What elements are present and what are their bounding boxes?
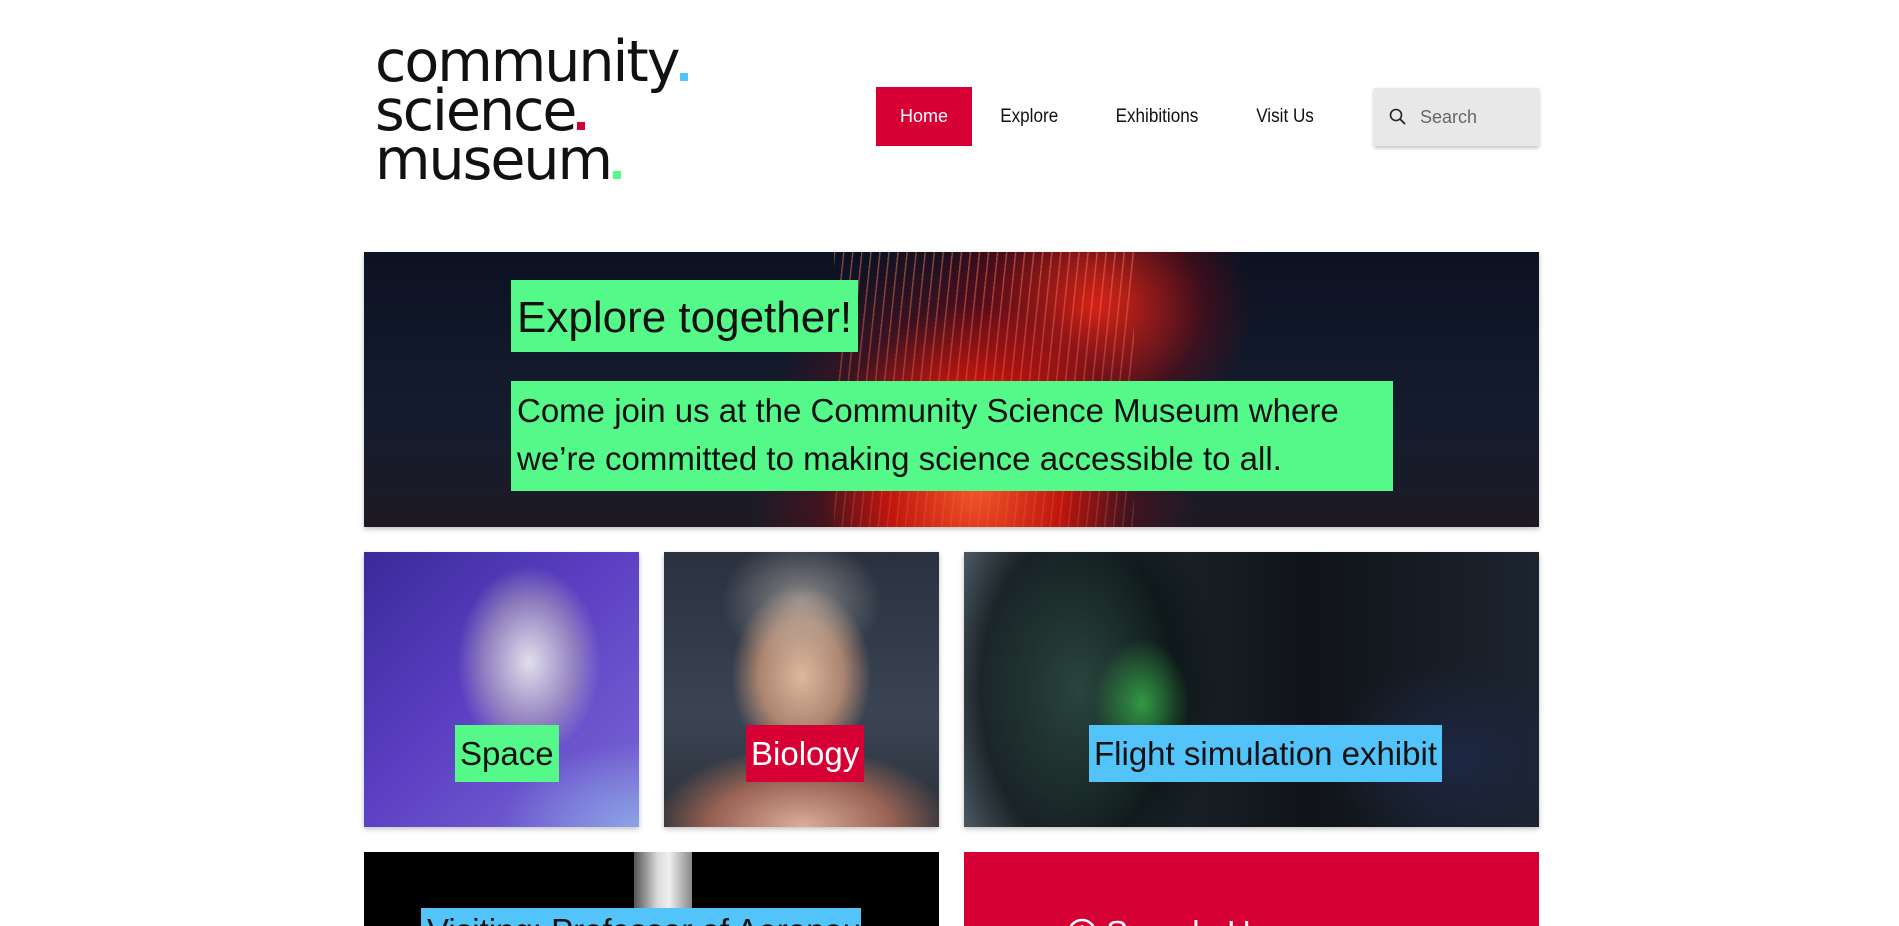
visiting-card[interactable]: Visiting: Professor of Aeronautics bbox=[364, 852, 939, 926]
visiting-card-label: Visiting: Professor of Aeronautics bbox=[421, 908, 861, 926]
page: community science museum Home Explore Ex… bbox=[0, 0, 1899, 926]
search-icon[interactable] bbox=[1388, 107, 1408, 127]
logo-line-3: museum bbox=[375, 132, 688, 189]
sample-card-label: Sample Here bbox=[1106, 914, 1299, 926]
nav-item-home[interactable]: Home bbox=[876, 87, 973, 146]
nav-item-explore[interactable]: Explore bbox=[978, 87, 1081, 146]
search-box[interactable] bbox=[1374, 88, 1539, 146]
tile-biology[interactable]: Biology bbox=[664, 552, 939, 827]
site-logo[interactable]: community science museum bbox=[375, 34, 689, 189]
nav-item-visit-us[interactable]: Visit Us bbox=[1234, 87, 1337, 146]
hero-description: Come join us at the Community Science Mu… bbox=[511, 381, 1393, 491]
tile-space[interactable]: Space bbox=[364, 552, 639, 827]
hero-banner: Explore together! Come join us at the Co… bbox=[364, 252, 1539, 527]
nav-item-exhibitions[interactable]: Exhibitions bbox=[1094, 87, 1222, 146]
tile-label-flight-simulation: Flight simulation exhibit bbox=[1089, 725, 1442, 782]
sample-card[interactable]: Sample Here bbox=[964, 852, 1539, 926]
circle-plus-icon bbox=[1069, 918, 1095, 926]
tile-label-biology: Biology bbox=[746, 725, 865, 782]
tile-flight-simulation[interactable]: Flight simulation exhibit bbox=[964, 552, 1539, 827]
search-input[interactable] bbox=[1418, 105, 1532, 129]
hero-title: Explore together! bbox=[511, 280, 859, 352]
tile-label-space: Space bbox=[455, 725, 559, 782]
sample-card-content: Sample Here bbox=[1066, 914, 1299, 926]
main-nav: Home Explore Exhibitions Visit Us bbox=[876, 87, 1342, 146]
